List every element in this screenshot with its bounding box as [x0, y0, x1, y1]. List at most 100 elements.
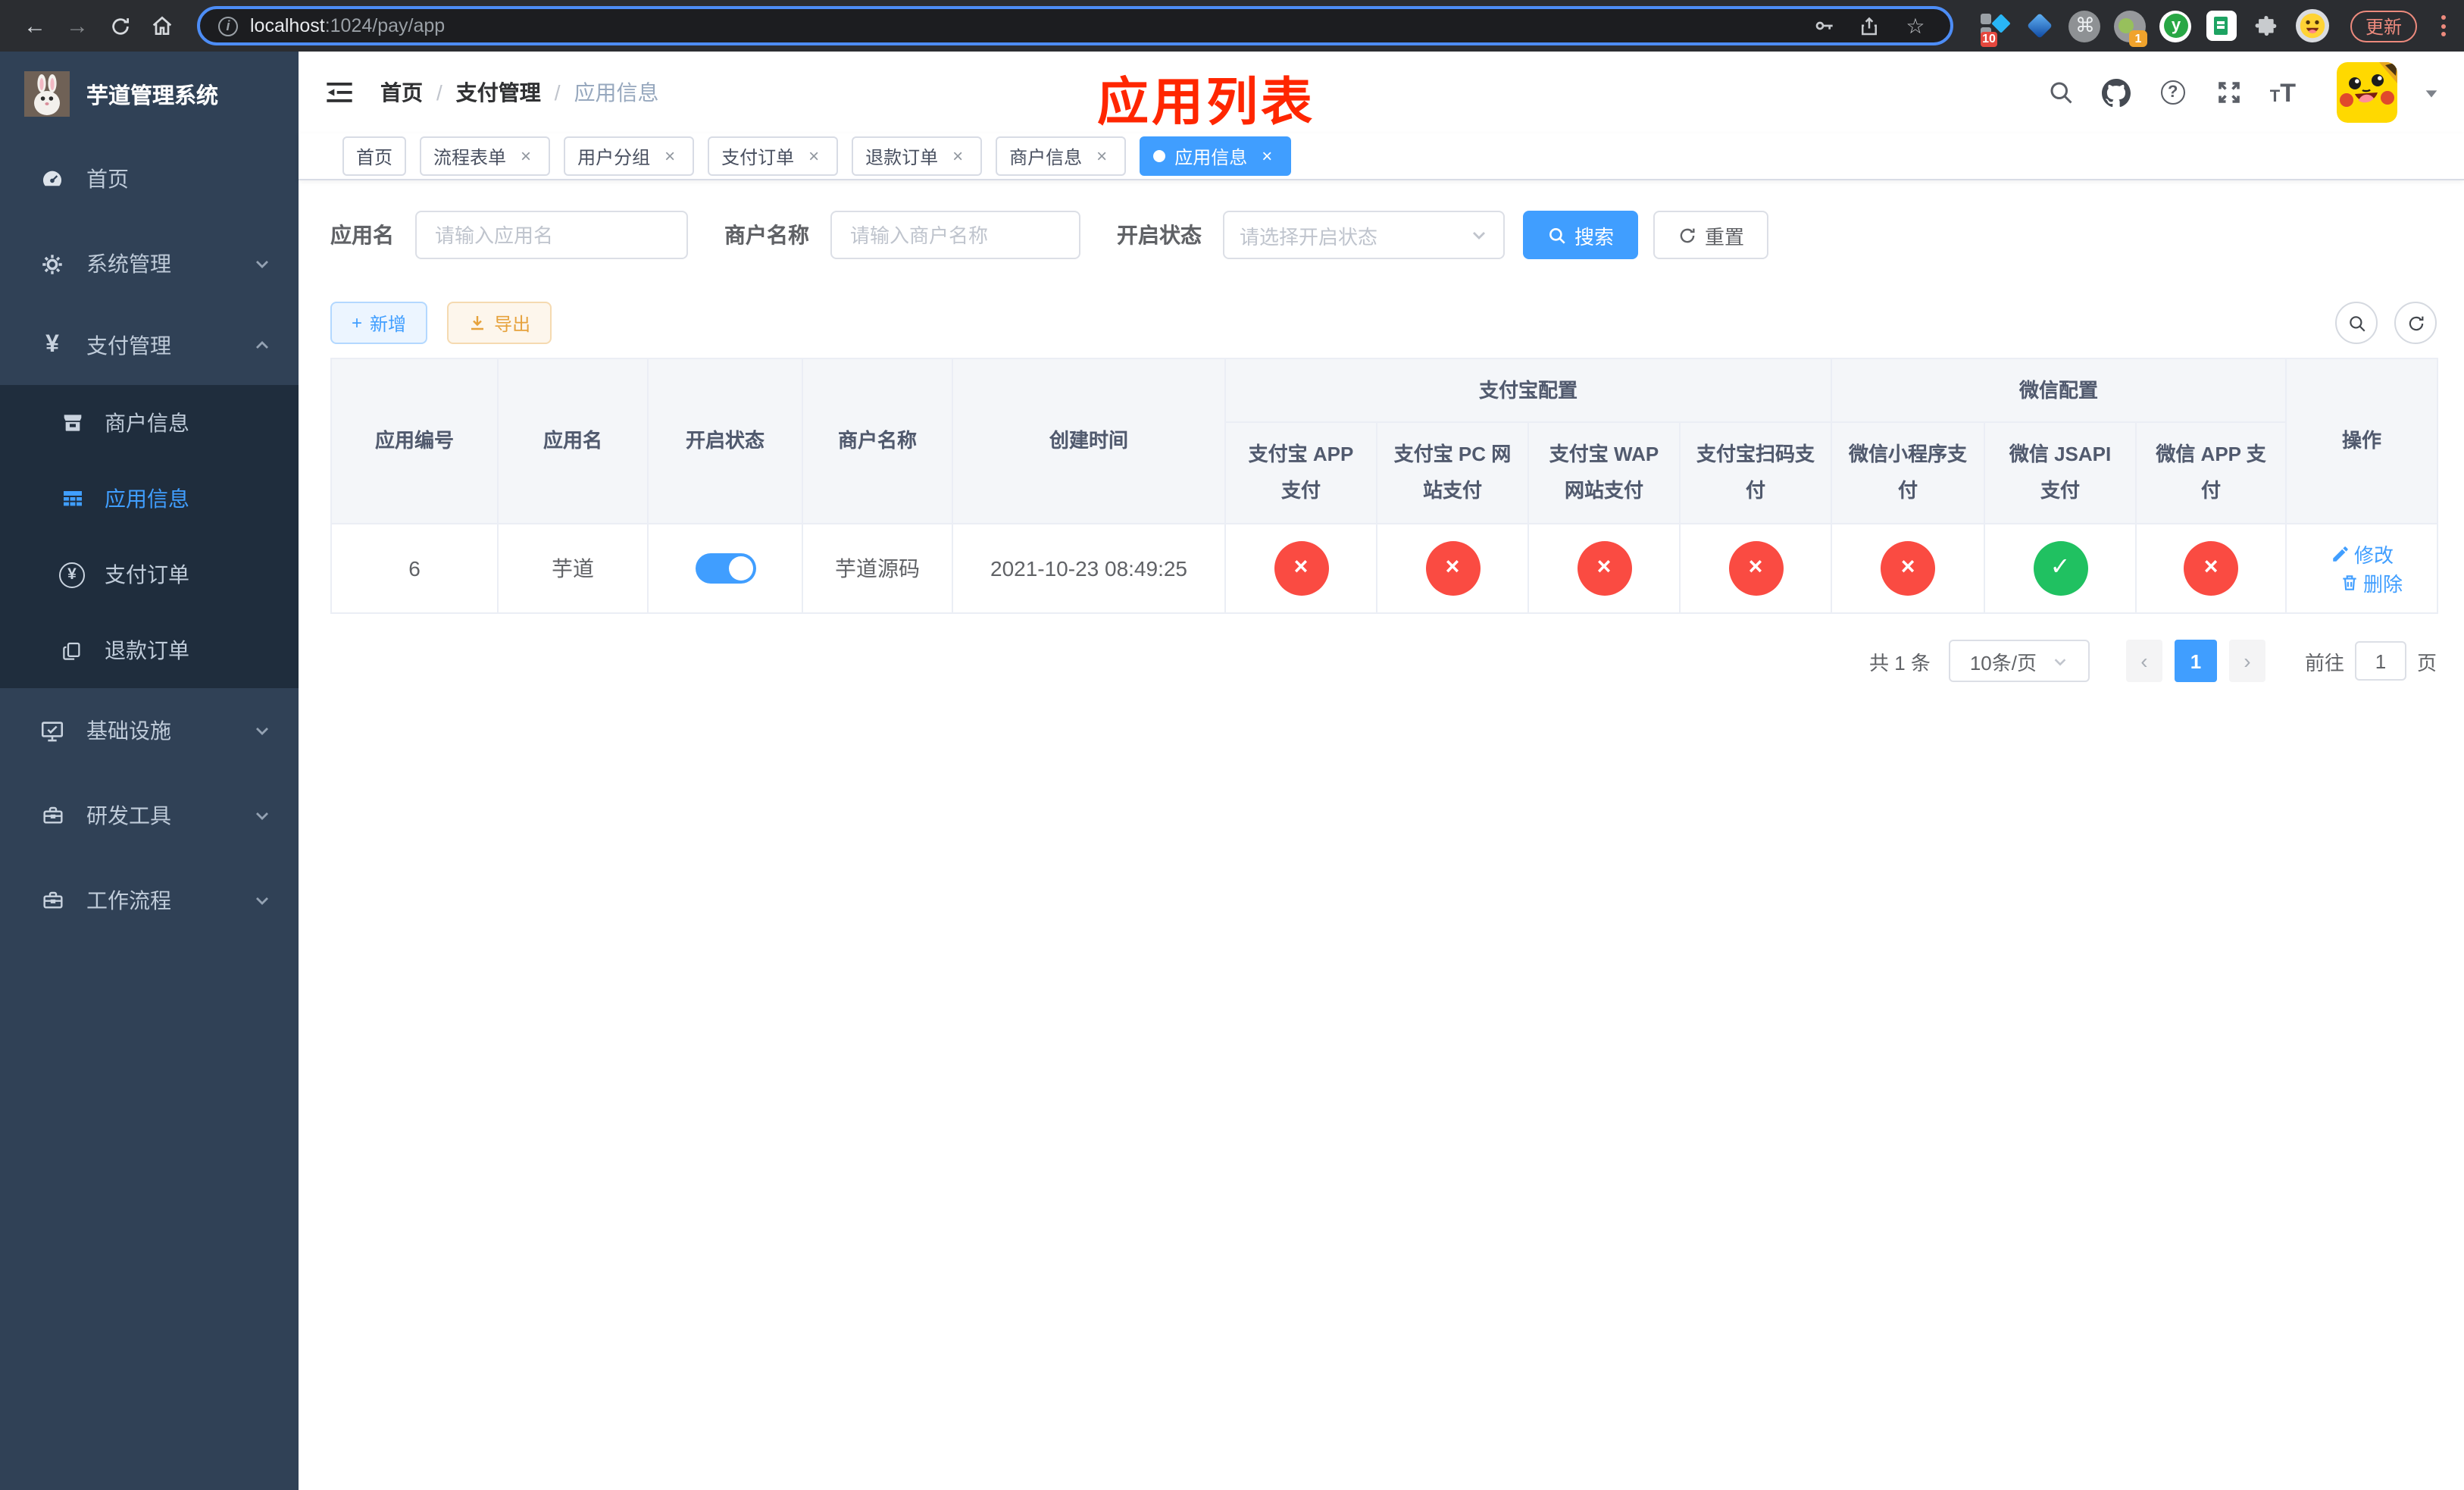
delete-link[interactable]: 删除: [2339, 568, 2403, 597]
browser-profile-avatar[interactable]: [2295, 9, 2329, 42]
tab-home[interactable]: 首页: [342, 136, 407, 176]
help-button[interactable]: ?: [2158, 77, 2188, 108]
enabled-toggle[interactable]: [695, 553, 755, 584]
sidebar-item-app-info[interactable]: 应用信息: [0, 461, 299, 537]
sidebar-item-merchant-info[interactable]: 商户信息: [0, 385, 299, 461]
tab-app-info[interactable]: 应用信息 ×: [1140, 136, 1292, 176]
tab-pay-orders[interactable]: 支付订单 ×: [708, 136, 839, 176]
status-select[interactable]: 请选择开启状态: [1223, 211, 1505, 259]
tab-process-form[interactable]: 流程表单 ×: [420, 136, 551, 176]
header-search-button[interactable]: [2046, 77, 2076, 108]
tab-label: 支付订单: [721, 146, 795, 167]
cell-wx-app: ×: [2135, 523, 2287, 614]
extension-grid-badge-icon[interactable]: 10: [1978, 9, 2011, 47]
breadcrumb-home[interactable]: 首页: [380, 77, 423, 108]
chevron-down-icon: [253, 806, 271, 825]
password-key-button[interactable]: [1808, 9, 1841, 42]
page-size-value: 10条/页: [1969, 651, 2037, 674]
add-button[interactable]: + 新增: [330, 302, 428, 344]
merchant-name-input[interactable]: [830, 211, 1080, 259]
browser-forward-button[interactable]: →: [58, 6, 97, 45]
browser-reload-button[interactable]: [100, 6, 139, 45]
browser-update-button[interactable]: 更新: [2350, 10, 2417, 42]
sidebar-item-refund-orders[interactable]: 退款订单: [0, 612, 299, 688]
sidebar-item-infrastructure[interactable]: 基础设施: [0, 688, 299, 773]
filter-status: 开启状态 请选择开启状态: [1117, 211, 1505, 259]
app-name-input[interactable]: [415, 211, 688, 259]
sidebar-item-workflow[interactable]: 工作流程: [0, 858, 299, 943]
sidebar-item-label: 研发工具: [86, 803, 171, 828]
browser-home-button[interactable]: [142, 6, 182, 45]
app-title: 芋道管理系统: [86, 84, 218, 108]
tab-merchant-info[interactable]: 商户信息 ×: [996, 136, 1127, 176]
sidebar-item-payment[interactable]: ¥ 支付管理: [0, 306, 299, 385]
close-icon[interactable]: ×: [1256, 146, 1277, 167]
fullscreen-button[interactable]: [2214, 77, 2244, 108]
sidebar-logo[interactable]: 芋道管理系统: [0, 52, 299, 136]
goto-page-input[interactable]: [2354, 641, 2406, 681]
site-info-icon[interactable]: i: [218, 16, 238, 36]
channel-status-icon: ×: [1577, 541, 1631, 596]
download-icon: [471, 316, 484, 330]
browser-menu-button[interactable]: [2441, 15, 2446, 36]
refresh-icon: [1680, 227, 1695, 243]
page-1-button[interactable]: 1: [2174, 640, 2217, 682]
cell-alipay-qr: ×: [1678, 523, 1833, 614]
user-avatar[interactable]: [2337, 62, 2397, 123]
avatar-caret-icon[interactable]: [2423, 84, 2440, 101]
sidebar-item-system[interactable]: 系统管理: [0, 221, 299, 306]
export-button[interactable]: 导出: [447, 302, 552, 344]
app-name-label: 应用名: [330, 223, 394, 247]
address-bar[interactable]: i localhost:1024/pay/app ☆: [197, 6, 1953, 45]
extension-y-icon[interactable]: y: [2159, 9, 2193, 42]
toolbox-icon: [38, 886, 67, 915]
close-icon[interactable]: ×: [1091, 146, 1112, 167]
font-size-button[interactable]: TT: [2270, 80, 2296, 105]
reset-button[interactable]: 重置: [1653, 211, 1769, 259]
app-table: 应用编号 应用名 开启状态 商户名称 创建时间 支付宝配置 微信配置 操作 支付…: [330, 358, 2439, 614]
share-button[interactable]: [1853, 9, 1887, 42]
edit-link[interactable]: 修改: [2330, 540, 2394, 568]
github-button[interactable]: [2102, 77, 2132, 108]
col-wx-jsapi: 微信 JSAPI 支付: [1984, 421, 2137, 524]
command-glyph: ⌘: [2068, 10, 2101, 42]
search-button[interactable]: 搜索: [1523, 211, 1639, 259]
browser-back-button[interactable]: ←: [15, 6, 55, 45]
extensions-puzzle-icon[interactable]: [2250, 9, 2284, 42]
page-size-select[interactable]: 10条/页: [1948, 640, 2090, 682]
cell-actions: 修改 删除: [2285, 523, 2439, 614]
col-created: 创建时间: [952, 358, 1226, 524]
close-icon[interactable]: ×: [803, 146, 824, 167]
next-page-button[interactable]: ›: [2228, 640, 2265, 682]
sidebar-item-label: 商户信息: [105, 411, 189, 435]
breadcrumb-separator: /: [554, 80, 561, 105]
sidebar-item-label: 工作流程: [86, 888, 171, 912]
bookmark-star-button[interactable]: ☆: [1899, 9, 1932, 42]
chevron-up-icon: [253, 337, 271, 355]
chevron-down-icon: [253, 722, 271, 740]
filter-form: 应用名 商户名称 开启状态 请选择开启状态: [330, 211, 2437, 259]
browser-toolbar: ← → i localhost:1024/pay/app ☆ 10 ⌘ 1 y …: [0, 0, 2464, 52]
extension-kite-icon[interactable]: [2023, 9, 2056, 42]
sidebar-collapse-button[interactable]: [323, 76, 356, 109]
toggle-search-button[interactable]: [2335, 302, 2378, 344]
cell-app-name: 芋道: [497, 523, 649, 614]
breadcrumb-payment[interactable]: 支付管理: [456, 77, 541, 108]
close-icon[interactable]: ×: [659, 146, 680, 167]
rabbit-logo-icon: [24, 71, 70, 117]
close-icon[interactable]: ×: [515, 146, 536, 167]
big-t: T: [2280, 78, 2296, 107]
prev-page-button[interactable]: ‹: [2125, 640, 2162, 682]
extension-docs-icon[interactable]: [2205, 9, 2238, 42]
sidebar-item-pay-orders[interactable]: ¥ 支付订单: [0, 537, 299, 612]
group-alipay-config: 支付宝配置: [1224, 358, 1833, 423]
sidebar-item-home[interactable]: 首页: [0, 136, 299, 221]
refresh-table-button[interactable]: [2394, 302, 2437, 344]
yen-glyph: ¥: [59, 562, 85, 587]
sidebar-item-dev-tools[interactable]: 研发工具: [0, 773, 299, 858]
extension-recorder-icon[interactable]: 1: [2114, 9, 2147, 47]
extension-command-icon[interactable]: ⌘: [2068, 9, 2102, 42]
close-icon[interactable]: ×: [947, 146, 968, 167]
tab-user-group[interactable]: 用户分组 ×: [564, 136, 695, 176]
tab-refund-orders[interactable]: 退款订单 ×: [852, 136, 983, 176]
